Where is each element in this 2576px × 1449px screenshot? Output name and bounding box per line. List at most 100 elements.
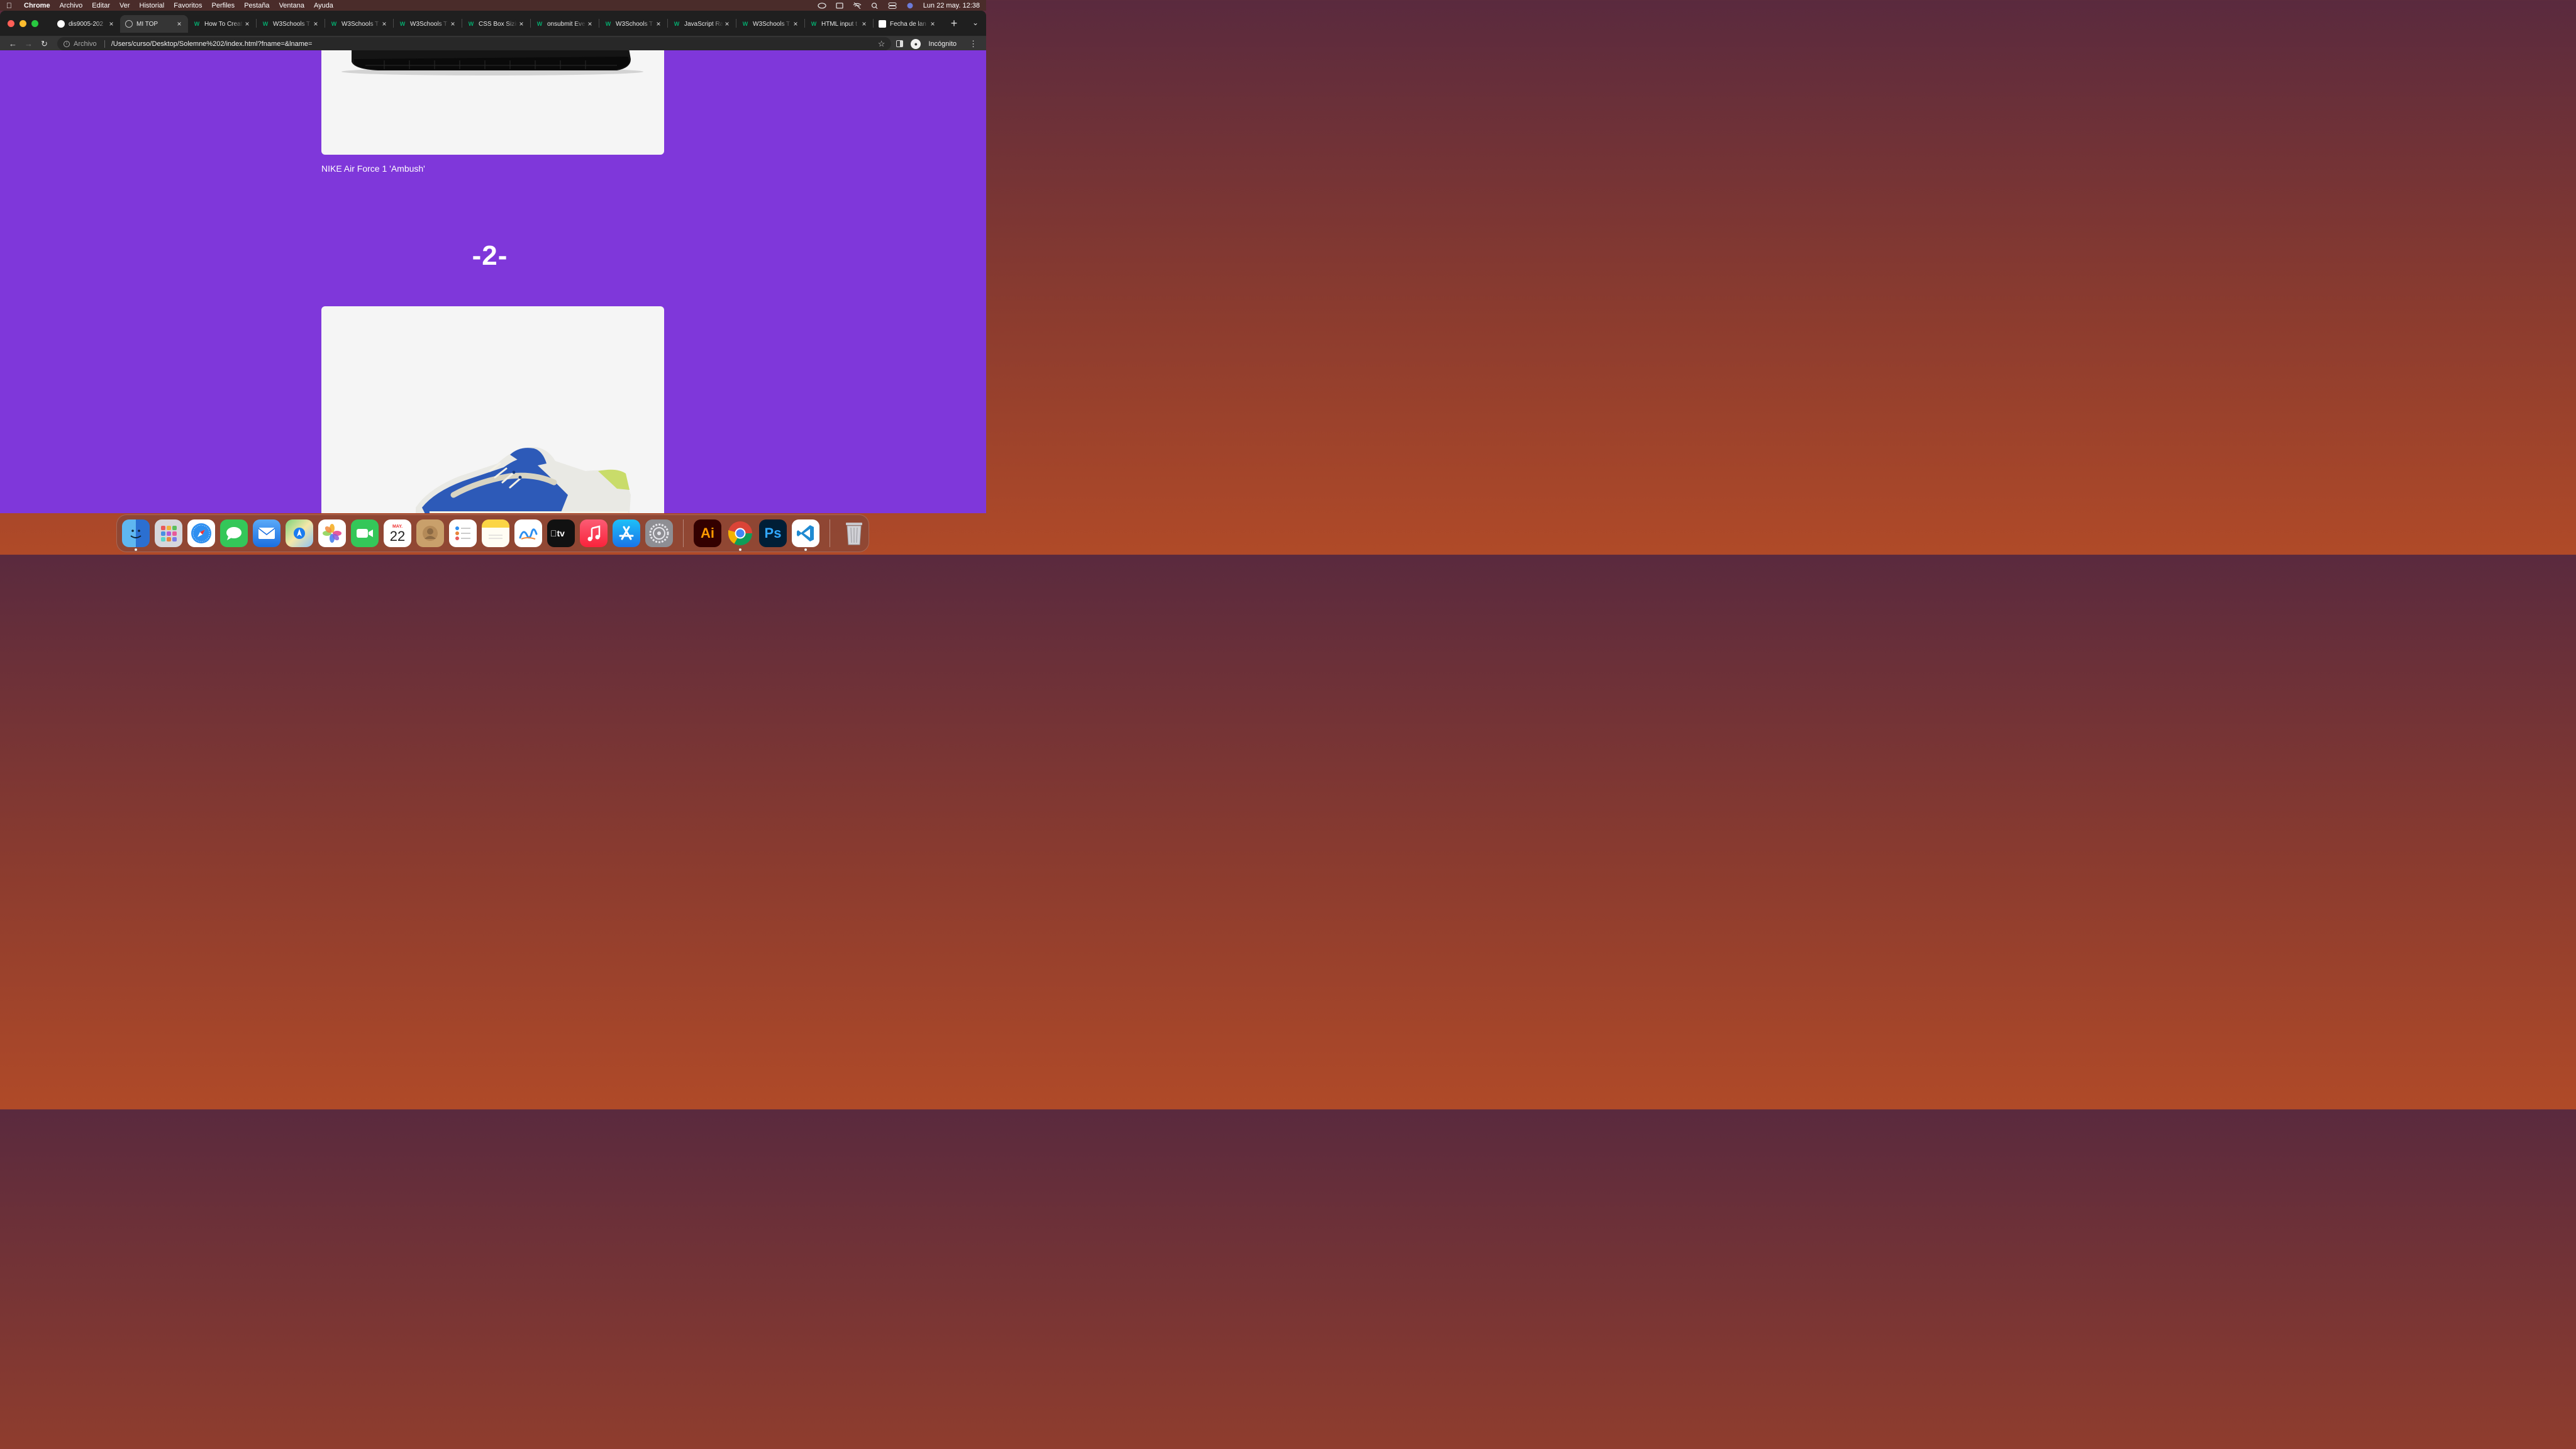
calendar-icon[interactable]: MAY. 22: [384, 519, 411, 547]
menu-historial[interactable]: Historial: [140, 2, 165, 9]
chrome-menu-icon[interactable]: ⋮: [969, 39, 977, 49]
fullscreen-window-button[interactable]: [31, 19, 38, 27]
trash-icon[interactable]: [840, 519, 868, 547]
close-tab-icon[interactable]: ×: [380, 19, 388, 28]
finder-icon[interactable]: [122, 519, 150, 551]
reload-icon[interactable]: ↻: [36, 39, 52, 49]
side-panel-icon[interactable]: [896, 40, 904, 47]
menu-ver[interactable]: Ver: [119, 2, 130, 9]
notes-icon[interactable]: [482, 519, 509, 547]
tab-html-input[interactable]: W HTML input t ×: [805, 15, 873, 33]
tab-github[interactable]: dis9005-202 ×: [52, 15, 120, 33]
siri-icon[interactable]: [906, 3, 914, 9]
mail-icon[interactable]: [253, 519, 280, 547]
menu-favoritos[interactable]: Favoritos: [174, 2, 202, 9]
close-tab-icon[interactable]: ×: [929, 19, 936, 28]
tab-title: MI TOP: [136, 20, 158, 28]
window-controls: [8, 19, 38, 27]
launchpad-icon[interactable]: [155, 519, 182, 547]
close-tab-icon[interactable]: ×: [243, 19, 251, 28]
messages-icon[interactable]: [220, 519, 248, 547]
address-url[interactable]: /Users/curso/Desktop/Solemne%202/index.h…: [111, 40, 878, 48]
menu-pestana[interactable]: Pestaña: [244, 2, 269, 9]
w3schools-icon: W: [262, 21, 269, 27]
tab-mi-top[interactable]: MI TOP ×: [120, 15, 188, 33]
close-tab-icon[interactable]: ×: [586, 19, 594, 28]
tab-javascript-random[interactable]: W JavaScript Ra ×: [668, 15, 736, 33]
dock-divider: [683, 519, 684, 547]
forward-arrow-icon[interactable]: →: [21, 39, 36, 48]
maps-icon[interactable]: [286, 519, 313, 547]
photos-icon[interactable]: [318, 519, 346, 547]
running-indicator: [739, 548, 741, 551]
creative-cloud-icon[interactable]: [818, 2, 826, 9]
product-image-card: [321, 306, 664, 513]
tab-w3schools-4[interactable]: W W3Schools T ×: [599, 15, 667, 33]
bookmark-star-icon[interactable]: ☆: [878, 39, 886, 49]
new-tab-button[interactable]: +: [948, 17, 960, 30]
close-tab-icon[interactable]: ×: [723, 19, 731, 28]
macos-dock: MAY. 22 tv Ai Ps: [116, 514, 869, 552]
back-arrow-icon[interactable]: ←: [5, 39, 21, 48]
minimize-window-button[interactable]: [19, 19, 26, 27]
app-store-icon[interactable]: [613, 519, 640, 547]
w3schools-icon: W: [399, 21, 406, 27]
tab-title: JavaScript Ra: [684, 20, 723, 28]
tab-onsubmit-event[interactable]: W onsubmit Eve ×: [531, 15, 599, 33]
close-tab-icon[interactable]: ×: [108, 19, 115, 28]
tab-strip: dis9005-202 × MI TOP × W How To Creat × …: [0, 11, 986, 36]
close-tab-icon[interactable]: ×: [449, 19, 457, 28]
photoshop-icon[interactable]: Ps: [759, 519, 787, 547]
tab-w3schools-2[interactable]: W W3Schools T ×: [325, 15, 393, 33]
tab-how-to-create[interactable]: W How To Creat ×: [188, 15, 256, 33]
apple-menu-icon[interactable]: : [6, 1, 15, 10]
address-bar[interactable]: i Archivo /Users/curso/Desktop/Solemne%2…: [57, 37, 892, 50]
close-tab-icon[interactable]: ×: [655, 19, 662, 28]
tab-fecha-de-lanzamiento[interactable]: Fecha de lan ×: [874, 15, 941, 33]
browser-window: dis9005-202 × MI TOP × W How To Creat × …: [0, 11, 986, 513]
profile-label[interactable]: Incógnito: [928, 40, 957, 48]
apple-tv-icon[interactable]: tv: [547, 519, 575, 547]
close-window-button[interactable]: [8, 19, 14, 27]
menu-archivo[interactable]: Archivo: [60, 2, 83, 9]
tab-title: W3Schools T: [616, 20, 653, 28]
close-tab-icon[interactable]: ×: [792, 19, 799, 28]
illustrator-icon[interactable]: Ai: [694, 519, 721, 547]
menu-editar[interactable]: Editar: [92, 2, 110, 9]
freeform-icon[interactable]: [514, 519, 542, 547]
wifi-off-icon[interactable]: [853, 2, 862, 9]
close-tab-icon[interactable]: ×: [312, 19, 319, 28]
facetime-icon[interactable]: [351, 519, 379, 547]
spotlight-search-icon[interactable]: [870, 2, 879, 9]
music-icon[interactable]: [580, 519, 608, 547]
tab-w3schools-3[interactable]: W W3Schools T ×: [394, 15, 462, 33]
menu-ventana[interactable]: Ventana: [279, 2, 304, 9]
vscode-icon[interactable]: [792, 519, 819, 551]
address-scheme-label: Archivo: [74, 40, 97, 48]
safari-icon[interactable]: [187, 519, 215, 547]
remote-desktop-icon[interactable]: [835, 2, 844, 9]
tab-w3schools-5[interactable]: W W3Schools T ×: [736, 15, 804, 33]
close-tab-icon[interactable]: ×: [860, 19, 868, 28]
incognito-icon[interactable]: ●: [911, 38, 921, 49]
menu-clock[interactable]: Lun 22 may. 12:38: [923, 2, 980, 9]
w3schools-icon: W: [742, 21, 748, 27]
menu-app-name[interactable]: Chrome: [24, 2, 50, 9]
close-tab-icon[interactable]: ×: [518, 19, 525, 28]
tab-css-box-sizing[interactable]: W CSS Box Sizin ×: [462, 15, 530, 33]
w3schools-icon: W: [468, 21, 474, 27]
menu-perfiles[interactable]: Perfiles: [212, 2, 235, 9]
w3schools-icon: W: [811, 21, 817, 27]
chrome-icon[interactable]: [726, 519, 754, 551]
control-center-icon[interactable]: [888, 2, 897, 9]
tab-w3schools-1[interactable]: W W3Schools T ×: [257, 15, 325, 33]
tab-title: W3Schools T: [410, 20, 448, 28]
system-settings-icon[interactable]: [645, 519, 673, 547]
illustrator-label: Ai: [701, 525, 714, 541]
tab-search-chevron-icon[interactable]: ⌄: [972, 18, 979, 27]
contacts-icon[interactable]: [416, 519, 444, 547]
site-info-icon[interactable]: i: [64, 40, 70, 47]
close-tab-icon[interactable]: ×: [175, 19, 183, 28]
reminders-icon[interactable]: [449, 519, 477, 547]
menu-ayuda[interactable]: Ayuda: [314, 2, 333, 9]
